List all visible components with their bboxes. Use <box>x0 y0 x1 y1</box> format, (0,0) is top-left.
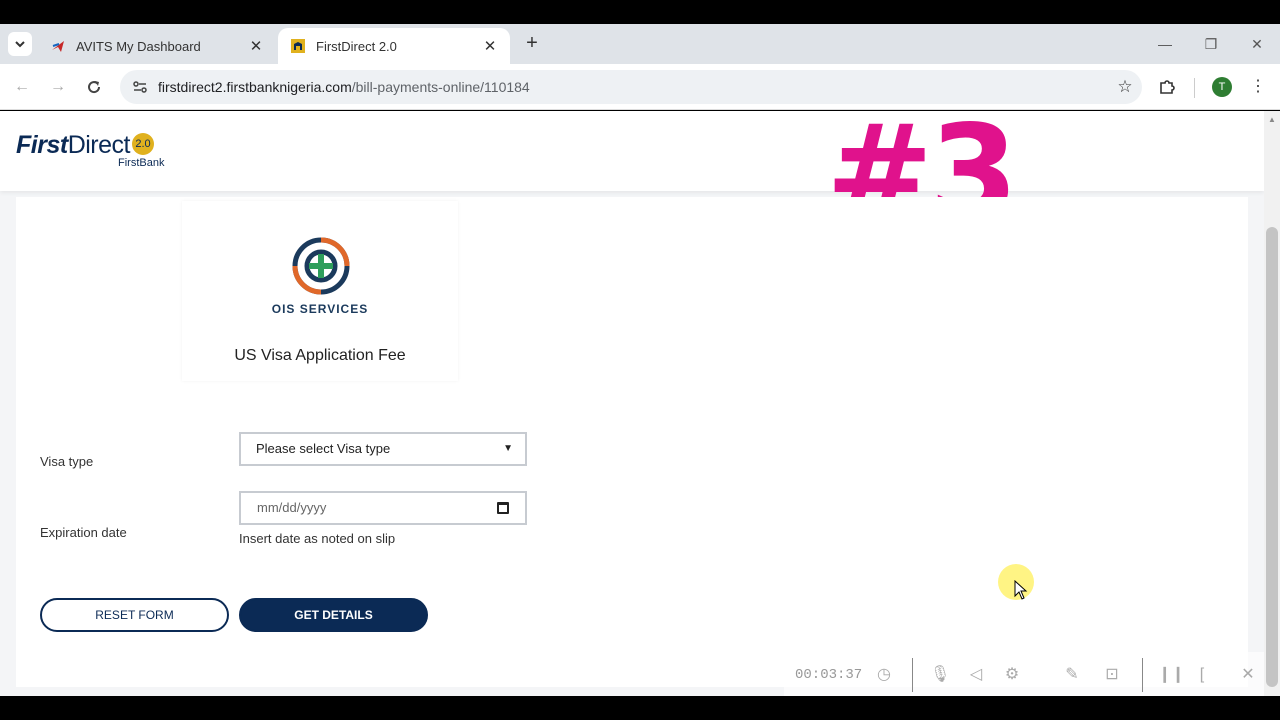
screen-recorder-bar: 00:03:37 ◷ 🎙︎ ◁ ⚙ ✎ ⊡ ❙❙ [ ✕ <box>784 652 1274 696</box>
stop-icon[interactable]: [ <box>1192 665 1212 685</box>
close-tab-icon[interactable]: ✕ <box>482 37 498 55</box>
back-arrow-icon[interactable]: ← <box>9 74 35 100</box>
webcam-icon[interactable]: ⊡ <box>1102 665 1122 685</box>
page-scrollbar[interactable]: ▲ <box>1264 111 1280 696</box>
close-tab-icon[interactable]: ✕ <box>248 37 264 55</box>
mouse-cursor-icon <box>1014 580 1028 600</box>
recorder-divider <box>1142 658 1143 692</box>
logo-direct: Direct <box>67 131 131 159</box>
extensions-puzzle-icon[interactable] <box>1156 76 1178 98</box>
logo-version-badge: 2.0 <box>131 133 154 155</box>
close-window-icon[interactable]: ✕ <box>1234 30 1280 58</box>
chevron-down-icon <box>15 41 25 48</box>
firstbank-elephant-icon <box>290 38 306 54</box>
url-path: /bill-payments-online/110184 <box>351 79 530 95</box>
recording-timer: 00:03:37 <box>795 667 863 683</box>
screen-top-border <box>0 0 1280 24</box>
site-header: FirstDirect 2.0 FirstBank #3 <box>0 111 1264 237</box>
reload-icon[interactable] <box>81 74 107 100</box>
close-recorder-icon[interactable]: ✕ <box>1238 665 1258 685</box>
logo-subtitle: FirstBank <box>118 157 165 169</box>
site-settings-icon[interactable] <box>130 77 150 97</box>
microphone-icon[interactable]: 🎙︎ <box>930 665 950 685</box>
speaker-icon[interactable]: ◁ <box>966 665 986 685</box>
tab-firstdirect[interactable]: FirstDirect 2.0 ✕ <box>278 28 510 64</box>
toolbar-divider <box>1194 78 1195 98</box>
new-tab-plus-icon[interactable]: + <box>520 32 544 56</box>
tab-title: FirstDirect 2.0 <box>316 38 397 54</box>
timer-icon[interactable]: ◷ <box>874 665 894 685</box>
page-viewport: FirstDirect 2.0 FirstBank #3 OIS SERVICE… <box>0 111 1264 696</box>
url-text: firstdirect2.firstbanknigeria.com/bill-p… <box>158 79 1108 95</box>
browser-toolbar: ← → firstdirect2.firstbanknigeria.com/bi… <box>0 64 1280 110</box>
visa-type-value: Please select Visa type <box>256 441 391 456</box>
restore-icon[interactable]: ❐ <box>1188 30 1234 58</box>
ois-services-logo-icon <box>292 237 350 295</box>
bookmark-star-icon[interactable]: ☆ <box>1108 77 1142 97</box>
tab-search-button[interactable] <box>8 32 32 56</box>
scroll-up-arrow-icon[interactable]: ▲ <box>1268 115 1276 124</box>
tab-title: AVITS My Dashboard <box>76 38 201 54</box>
visa-type-label: Visa type <box>40 454 94 469</box>
calendar-icon[interactable] <box>497 502 509 514</box>
reset-form-button[interactable]: RESET FORM <box>40 598 229 632</box>
tab-avits-dashboard[interactable]: AVITS My Dashboard ✕ <box>38 28 276 64</box>
scrollbar-thumb[interactable] <box>1266 227 1278 687</box>
firstdirect-logo[interactable]: FirstDirect 2.0 FirstBank <box>16 131 164 169</box>
settings-gear-icon[interactable]: ⚙ <box>1002 665 1022 685</box>
expiration-date-input[interactable]: mm/dd/yyyy <box>239 491 527 525</box>
dropdown-arrow-icon: ▼ <box>503 443 513 454</box>
biller-brand: OIS SERVICES <box>271 302 369 316</box>
profile-avatar[interactable]: T <box>1212 77 1232 97</box>
browser-menu-icon[interactable]: ⋮ <box>1250 76 1266 98</box>
pencil-icon[interactable]: ✎ <box>1062 665 1082 685</box>
bill-payment-form-card: OIS SERVICES US Visa Application Fee Vis… <box>16 197 1248 687</box>
get-details-button[interactable]: GET DETAILS <box>239 598 428 632</box>
expiration-date-placeholder: mm/dd/yyyy <box>257 500 327 515</box>
address-bar[interactable]: firstdirect2.firstbanknigeria.com/bill-p… <box>120 70 1142 104</box>
biller-name: US Visa Application Fee <box>234 347 406 364</box>
forward-arrow-icon[interactable]: → <box>45 74 71 100</box>
recorder-divider <box>912 658 913 692</box>
screen-bottom-border <box>0 696 1280 720</box>
minimize-icon[interactable]: — <box>1142 30 1188 58</box>
airplane-icon <box>50 38 66 54</box>
visa-type-select[interactable]: Please select Visa type ▼ <box>239 432 527 466</box>
url-host: firstdirect2.firstbanknigeria.com <box>158 79 352 95</box>
expiration-date-label: Expiration date <box>40 525 127 540</box>
expiration-date-hint: Insert date as noted on slip <box>239 531 396 546</box>
logo-first: First <box>16 131 68 159</box>
biller-card: OIS SERVICES US Visa Application Fee <box>182 201 458 381</box>
pause-icon[interactable]: ❙❙ <box>1158 665 1185 685</box>
browser-tabstrip: AVITS My Dashboard ✕ FirstDirect 2.0 ✕ +… <box>0 24 1280 64</box>
